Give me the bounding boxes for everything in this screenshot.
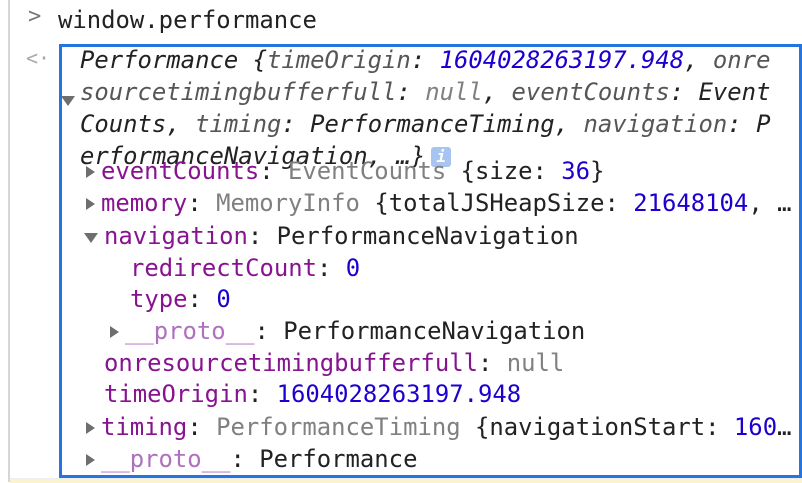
preview-segment: : [410, 46, 440, 74]
preview-segment: , [684, 46, 713, 74]
prop-eventCounts[interactable]: eventCounts: EventCounts {size: 36} [86, 155, 604, 187]
prop-memory[interactable]: memory: MemoryInfo {totalJSHeapSize: 216… [86, 187, 791, 219]
collapsed-triangle-icon[interactable] [86, 454, 95, 466]
preview-segment: : [396, 78, 426, 106]
preview-segment: eventCounts [511, 78, 670, 106]
console-input-strip[interactable] [10, 478, 802, 483]
console-command: window.performance [58, 6, 317, 34]
collapsed-triangle-icon[interactable] [110, 326, 119, 338]
chevron-right-icon: > [28, 4, 42, 29]
collapsed-triangle-icon[interactable] [86, 422, 95, 434]
preview-segment: null [425, 78, 483, 106]
expanded-triangle-icon[interactable] [61, 96, 75, 106]
gutter-line [8, 0, 10, 482]
prop-proto[interactable]: __proto__: Performance [86, 443, 417, 475]
preview-segment: timeOrigin [266, 46, 411, 74]
prop-redirectCount: redirectCount: 0 [130, 254, 361, 282]
preview-segment: , [482, 78, 512, 106]
preview-segment: 1604028263197.948 [439, 46, 685, 74]
object-preview[interactable]: Performance {timeOrigin: 1604028263197.9… [80, 44, 785, 172]
preview-segment: navigation [583, 110, 728, 138]
prop-navigation[interactable]: navigation: PerformanceNavigation [104, 220, 579, 252]
prop-timing[interactable]: timing: PerformanceTiming {navigationSta… [86, 411, 791, 443]
return-arrow-icon: <· [26, 46, 51, 70]
collapsed-triangle-icon[interactable] [86, 166, 95, 178]
prop-onresourcetimingbufferfull: onresourcetimingbufferfull: null [104, 349, 565, 377]
preview-segment: timing [195, 110, 282, 138]
prop-type: type: 0 [130, 285, 231, 313]
prop-timeOrigin: timeOrigin: 1604028263197.948 [104, 380, 522, 408]
prop-nav-proto[interactable]: __proto__: PerformanceNavigation [110, 315, 585, 347]
preview-segment: : PerformanceTiming, [281, 110, 584, 138]
preview-segment: Performance { [80, 46, 267, 74]
expanded-triangle-icon[interactable] [84, 233, 98, 243]
collapsed-triangle-icon[interactable] [86, 198, 95, 210]
